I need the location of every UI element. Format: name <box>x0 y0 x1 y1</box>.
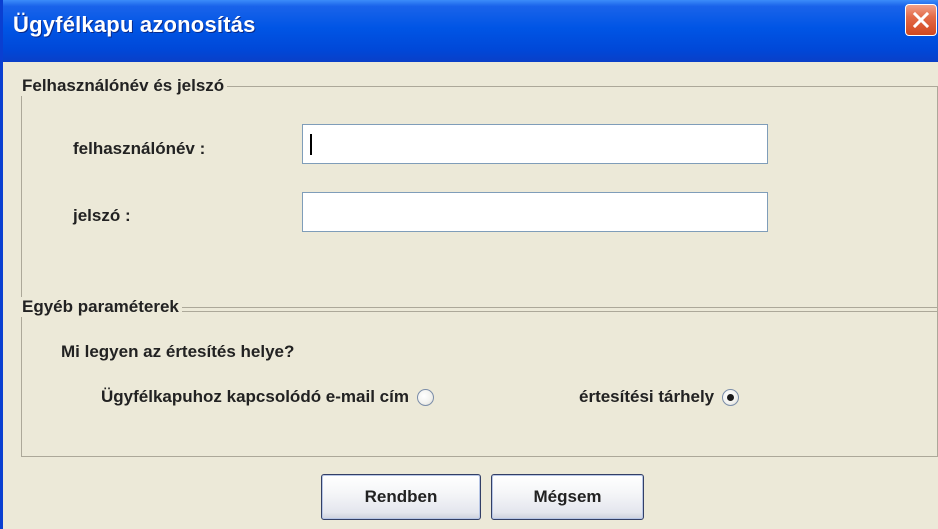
text-caret <box>310 134 312 155</box>
dialog-window: Ügyfélkapu azonosítás Felhasználónév és … <box>0 0 938 529</box>
cancel-button[interactable]: Mégsem <box>491 474 644 520</box>
username-input[interactable] <box>302 124 768 164</box>
login-group-legend: Felhasználónév és jelszó <box>20 76 228 96</box>
title-bar[interactable]: Ügyfélkapu azonosítás <box>3 0 938 62</box>
close-x-glyph <box>912 11 930 29</box>
radio-storage-label[interactable]: értesítési tárhely <box>579 387 714 407</box>
radio-storage-button[interactable] <box>722 388 740 406</box>
username-label: felhasználónév : <box>73 139 206 158</box>
radio-email-button[interactable] <box>416 388 434 406</box>
radio-option-email[interactable]: Ügyfélkapuhoz kapcsolódó e-mail cím <box>101 386 434 408</box>
radio-email-label[interactable]: Ügyfélkapuhoz kapcsolódó e-mail cím <box>101 387 409 407</box>
other-params-legend: Egyéb paraméterek <box>20 297 182 317</box>
notification-question: Mi legyen az értesítés helye? <box>61 342 295 361</box>
window-title: Ügyfélkapu azonosítás <box>13 12 256 37</box>
radio-option-storage[interactable]: értesítési tárhely <box>579 386 740 408</box>
close-icon[interactable] <box>905 4 937 36</box>
ok-button[interactable]: Rendben <box>321 474 481 520</box>
password-input[interactable] <box>302 192 768 232</box>
password-label: jelszó : <box>73 206 131 225</box>
dialog-content: Felhasználónév és jelszó felhasználónév … <box>6 62 938 529</box>
other-params-groupbox <box>21 307 938 457</box>
